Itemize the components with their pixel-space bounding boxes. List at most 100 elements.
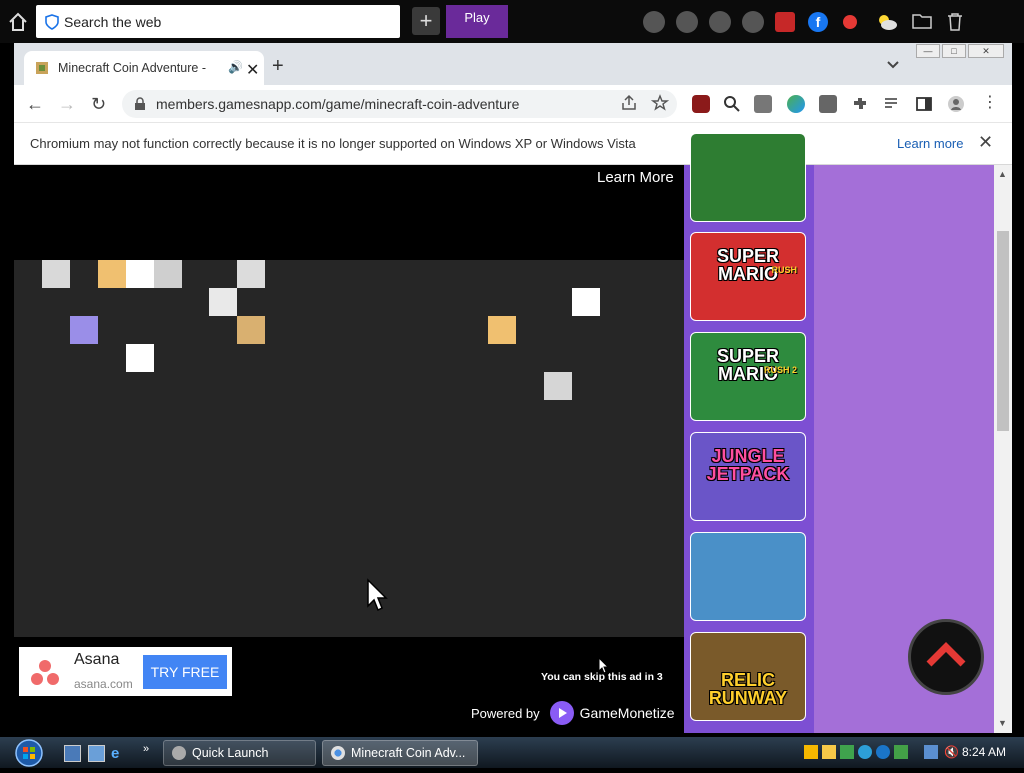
app-icon[interactable] <box>775 12 795 32</box>
close-icon[interactable]: ✕ <box>978 132 993 153</box>
browser-tab[interactable]: Minecraft Coin Adventure - P 🔊 ✕ <box>24 51 264 85</box>
extension-icon[interactable] <box>819 95 837 113</box>
game-thumbnail[interactable]: SUPER MARIO RUSH <box>690 232 806 321</box>
game-thumbnail-title: JUNGLE JETPACK <box>706 446 790 484</box>
volume-muted-icon[interactable]: 🔇 <box>944 745 959 759</box>
game-block <box>126 344 154 372</box>
game-block <box>237 316 265 344</box>
scroll-to-top-button[interactable] <box>908 619 984 695</box>
facebook-icon[interactable]: f <box>808 12 828 32</box>
game-thumbnail[interactable]: JUNGLE JETPACK <box>690 432 806 521</box>
folder-icon[interactable] <box>912 12 932 32</box>
learn-more-link[interactable]: Learn more <box>897 136 963 151</box>
game-block <box>98 260 126 288</box>
reload-icon[interactable]: ↻ <box>91 94 106 115</box>
trash-icon[interactable] <box>946 12 966 32</box>
tray-app-icon[interactable] <box>822 745 836 759</box>
ad-title: Asana <box>74 651 120 668</box>
game-block <box>126 260 154 288</box>
quick-launch-overflow-icon[interactable]: » <box>143 743 149 755</box>
tray-app-icon[interactable] <box>876 745 890 759</box>
show-desktop-icon[interactable] <box>64 745 81 762</box>
try-free-button[interactable]: TRY FREE <box>143 655 227 689</box>
taskbar: e » Quick Launch Minecraft Coin Adv... 🔇… <box>0 737 1024 768</box>
tab-title: Minecraft Coin Adventure - P <box>58 61 208 75</box>
powered-by-brand: GameMonetize <box>579 705 675 721</box>
close-window-button[interactable]: ✕ <box>968 44 1004 58</box>
game-canvas[interactable] <box>14 260 684 637</box>
bug-icon[interactable] <box>843 15 857 29</box>
web-search-input[interactable]: Search the web <box>36 5 400 38</box>
internet-explorer-icon[interactable]: e <box>111 745 128 762</box>
star-icon[interactable] <box>676 11 698 33</box>
star-icon[interactable] <box>709 11 731 33</box>
profile-icon[interactable] <box>947 95 965 113</box>
powered-by: Powered by GameMonetize <box>471 701 675 725</box>
tab-strip: Minecraft Coin Adventure - P 🔊 ✕ + — □ ✕ <box>14 43 1012 85</box>
game-block <box>42 260 70 288</box>
star-icon[interactable] <box>742 11 764 33</box>
maximize-button[interactable]: □ <box>942 44 966 58</box>
tray-app-icon[interactable] <box>858 745 872 759</box>
quick-launch-label: Quick Launch <box>192 746 269 760</box>
add-button[interactable]: + <box>412 7 440 35</box>
clock: 8:24 AM <box>962 745 1007 759</box>
start-button[interactable] <box>10 738 48 768</box>
ad-learn-more-link[interactable]: Learn More <box>597 169 674 186</box>
puzzle-icon[interactable] <box>851 95 869 113</box>
weather-icon[interactable] <box>876 12 897 32</box>
scrollbar-thumb[interactable] <box>997 231 1009 431</box>
favicon-icon <box>36 62 48 74</box>
page-scrollbar[interactable]: ▲ ▼ <box>994 165 1012 733</box>
lock-icon <box>135 97 145 110</box>
quick-launch-button[interactable]: Quick Launch <box>163 740 316 766</box>
game-frame[interactable]: Learn More Asana asana.com TRY FREE You … <box>14 165 684 733</box>
gamemonetize-logo-icon <box>549 701 574 725</box>
new-tab-button[interactable]: + <box>272 55 284 78</box>
chevron-up-icon <box>926 642 966 667</box>
game-block <box>209 288 237 316</box>
tab-search-icon[interactable] <box>886 57 900 75</box>
extension-icon[interactable] <box>692 95 710 113</box>
bookmark-star-icon[interactable] <box>650 94 670 112</box>
address-bar[interactable]: members.gamesnapp.com/game/minecraft-coi… <box>122 90 677 118</box>
related-games-sidebar: SUPER MARIO RUSH SUPER MARIO RUSH 2 JUNG… <box>684 133 814 733</box>
network-icon[interactable] <box>924 745 938 759</box>
tray-app-icon[interactable] <box>840 745 854 759</box>
game-block <box>70 316 98 344</box>
game-block <box>544 372 572 400</box>
speaker-icon[interactable]: 🔊 <box>228 60 243 74</box>
browser-taskbar-button[interactable]: Minecraft Coin Adv... <box>322 740 478 766</box>
menu-icon[interactable]: ⋮ <box>982 95 1000 113</box>
browser-toolbar: ← → ↻ members.gamesnapp.com/game/minecra… <box>14 85 1012 123</box>
game-thumbnail[interactable] <box>690 532 806 621</box>
play-button[interactable]: Play <box>446 5 508 38</box>
game-thumbnail[interactable] <box>690 133 806 222</box>
extension-icon[interactable] <box>787 95 805 113</box>
zoom-icon[interactable] <box>723 95 741 113</box>
reading-list-icon[interactable] <box>883 95 901 113</box>
ad-domain: asana.com <box>74 677 133 691</box>
active-window-label: Minecraft Coin Adv... <box>351 746 466 760</box>
close-tab-icon[interactable]: ✕ <box>246 60 259 80</box>
browser-window: Minecraft Coin Adventure - P 🔊 ✕ + — □ ✕… <box>14 43 1012 733</box>
chromium-icon <box>331 746 345 760</box>
star-icon[interactable] <box>643 11 665 33</box>
extension-icon[interactable] <box>754 95 772 113</box>
game-thumbnail[interactable]: RELIC RUNWAY <box>690 632 806 721</box>
tray-app-icon[interactable] <box>804 745 818 759</box>
forward-icon[interactable]: → <box>58 94 76 115</box>
scroll-down-arrow-icon[interactable]: ▼ <box>998 718 1007 728</box>
tray-app-icon[interactable] <box>894 745 908 759</box>
scroll-up-arrow-icon[interactable]: ▲ <box>998 169 1007 179</box>
switch-windows-icon[interactable] <box>88 745 105 762</box>
back-icon[interactable]: ← <box>26 94 44 115</box>
home-icon[interactable] <box>6 10 30 34</box>
game-thumbnail[interactable]: SUPER MARIO RUSH 2 <box>690 332 806 421</box>
shield-icon <box>45 13 59 30</box>
share-icon[interactable] <box>620 94 638 112</box>
desktop-toolbar: Search the web + Play f <box>0 0 1024 43</box>
asana-ad[interactable]: Asana asana.com TRY FREE <box>19 647 232 696</box>
minimize-button[interactable]: — <box>916 44 940 58</box>
side-panel-icon[interactable] <box>915 95 933 113</box>
